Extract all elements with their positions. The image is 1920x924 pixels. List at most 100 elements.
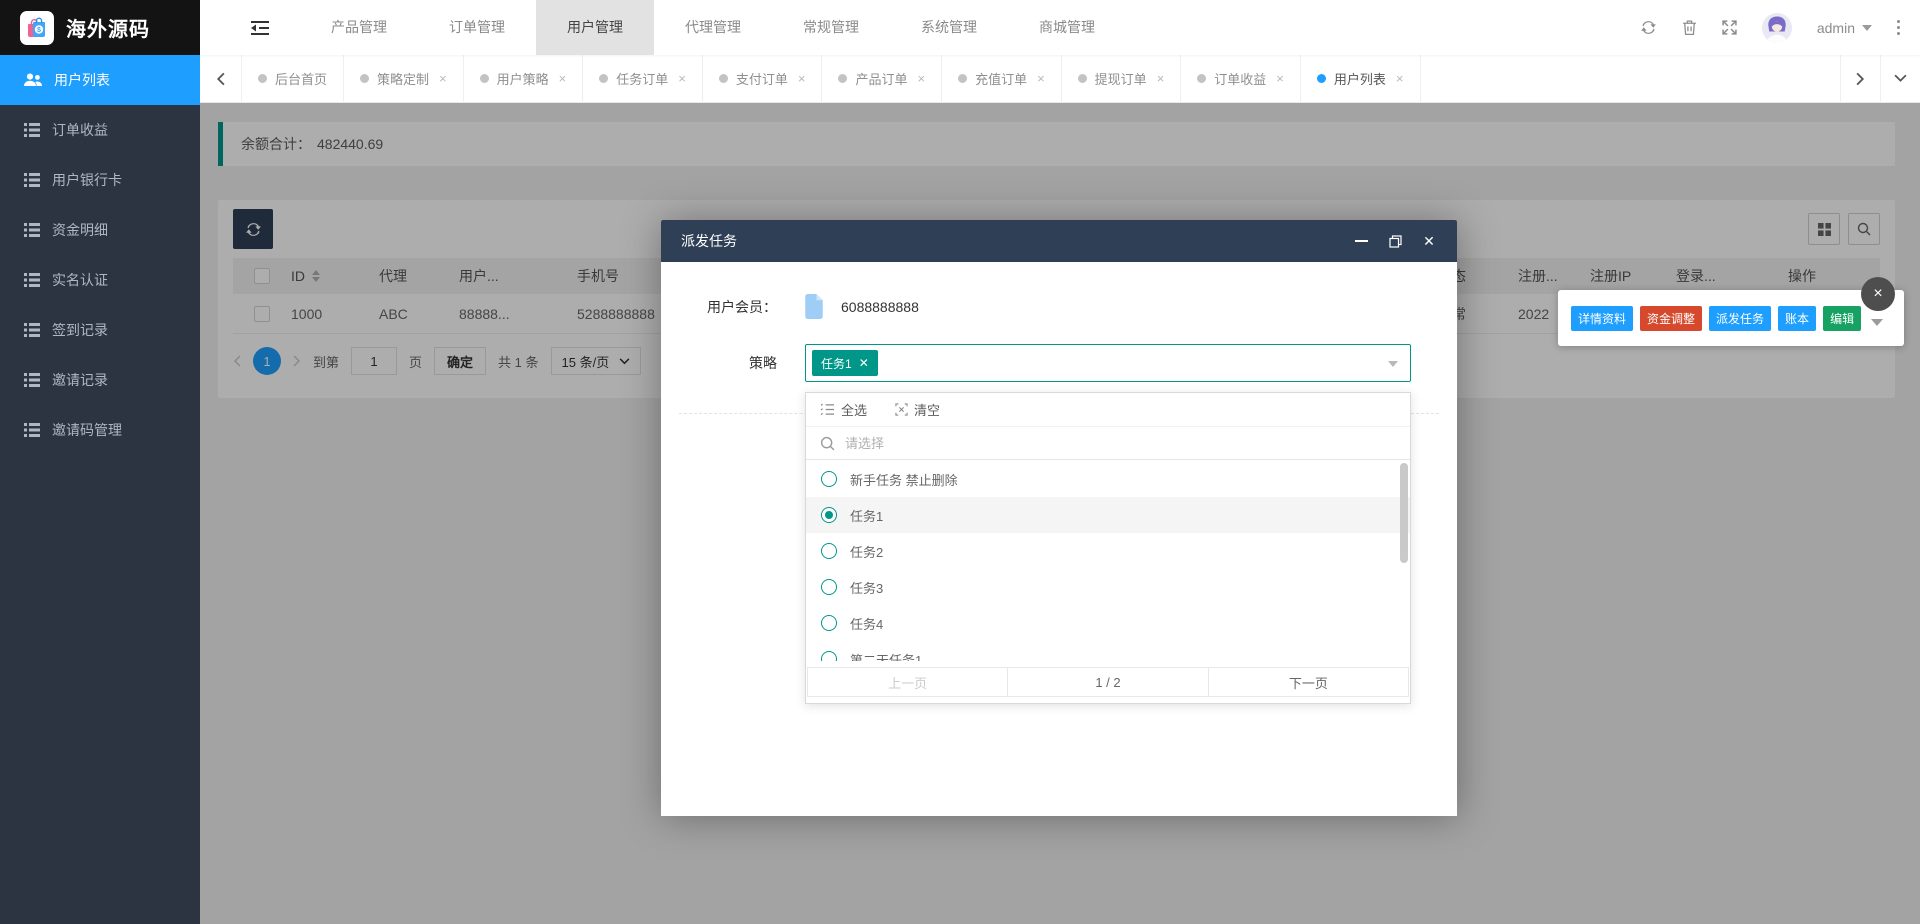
sidebar-item-label: 签到记录 [52, 322, 108, 338]
tab-close-icon[interactable]: × [1157, 71, 1165, 86]
sidebar-item-label: 实名认证 [52, 272, 108, 288]
tabs-scroll-right[interactable] [1840, 55, 1880, 102]
sidebar-item-real-name-auth[interactable]: 实名认证 [0, 255, 200, 305]
radio-icon[interactable] [821, 543, 837, 559]
tab-user-list[interactable]: 用户列表 × [1301, 55, 1421, 102]
option-newbie-task[interactable]: 新手任务 禁止删除 [806, 461, 1410, 497]
brand-title: 海外源码 [66, 19, 150, 41]
dropdown-search-input[interactable] [845, 435, 1325, 451]
radio-icon[interactable] [821, 651, 837, 661]
action-panel-close-button[interactable]: × [1861, 277, 1895, 311]
tab-close-icon[interactable]: × [1276, 71, 1284, 86]
minimize-icon[interactable] [1353, 233, 1369, 249]
svg-text:$: $ [37, 27, 41, 34]
user-menu[interactable]: admin [1817, 20, 1872, 36]
action-panel-caret-icon[interactable] [1871, 319, 1883, 326]
detail-info-button[interactable]: 详情资料 [1571, 305, 1634, 331]
tab-withdraw-orders[interactable]: 提现订单 × [1062, 55, 1182, 102]
chevron-down-icon [1862, 24, 1872, 31]
strategy-multiselect[interactable]: 任务1 ✕ [805, 344, 1411, 382]
sidebar-item-label: 用户银行卡 [52, 172, 122, 188]
trash-icon[interactable] [1682, 19, 1697, 36]
ledger-button[interactable]: 账本 [1778, 305, 1817, 331]
dispatch-task-button[interactable]: 派发任务 [1709, 305, 1772, 331]
tab-recharge-orders[interactable]: 充值订单 × [942, 55, 1062, 102]
tabs-menu-chevron[interactable] [1880, 55, 1920, 102]
tab-close-icon[interactable]: × [678, 71, 686, 86]
option-task2[interactable]: 任务2 [806, 533, 1410, 569]
option-day2-task1[interactable]: 第二天任务1 [806, 641, 1410, 661]
tag-remove-icon[interactable]: ✕ [859, 356, 869, 370]
menu-item-agents[interactable]: 代理管理 [654, 0, 772, 55]
fullscreen-icon[interactable] [1722, 20, 1737, 35]
modal-title: 派发任务 [681, 233, 737, 249]
tab-close-icon[interactable]: × [559, 71, 567, 86]
sidebar-item-user-list[interactable]: 用户列表 [0, 55, 200, 105]
option-label: 第二天任务1 [850, 652, 923, 662]
pager-next-button[interactable]: 下一页 [1207, 667, 1409, 697]
pager-prev-button[interactable]: 上一页 [807, 667, 1009, 697]
radio-icon[interactable] [821, 579, 837, 595]
dropdown-toolbar: 全选 清空 [806, 393, 1410, 427]
radio-icon-selected[interactable] [821, 507, 837, 523]
row-action-panel: 详情资料 资金调整 派发任务 账本 编辑 [1558, 290, 1904, 346]
more-options-icon[interactable] [1897, 20, 1900, 35]
radio-icon[interactable] [821, 615, 837, 631]
tab-dot [599, 74, 609, 83]
sidebar-item-checkin-records[interactable]: 签到记录 [0, 305, 200, 355]
refresh-icon[interactable] [1640, 19, 1657, 36]
sidebar-item-bank-cards[interactable]: 用户银行卡 [0, 155, 200, 205]
strategy-label: 策略 [749, 355, 777, 371]
maximize-icon[interactable] [1387, 233, 1403, 249]
sidebar-collapse-icon[interactable] [240, 0, 280, 55]
clear-action[interactable]: 清空 [895, 400, 940, 419]
menu-item-products[interactable]: 产品管理 [300, 0, 418, 55]
brand-logo-icon: $ [20, 10, 54, 45]
tab-label: 订单收益 [1214, 72, 1267, 87]
option-label: 新手任务 禁止删除 [850, 472, 958, 488]
sidebar: 用户列表 订单收益 用户银行卡 资金明细 实名认证 签到记录 邀请记录 邀请码管… [0, 55, 200, 924]
tab-order-earnings[interactable]: 订单收益 × [1181, 55, 1301, 102]
menu-item-orders[interactable]: 订单管理 [418, 0, 536, 55]
select-all-action[interactable]: 全选 [820, 400, 867, 419]
menu-item-mall[interactable]: 商城管理 [1008, 0, 1126, 55]
radio-icon[interactable] [821, 471, 837, 487]
option-task3[interactable]: 任务3 [806, 569, 1410, 605]
tab-label: 充值订单 [975, 72, 1028, 87]
avatar[interactable] [1761, 12, 1792, 43]
username: admin [1816, 19, 1855, 36]
tab-strategy-custom[interactable]: 策略定制 × [344, 55, 464, 102]
logo: $ 海外源码 [0, 0, 200, 55]
tabs-scroll-left[interactable] [200, 55, 242, 102]
edit-button[interactable]: 编辑 [1823, 305, 1862, 331]
tab-close-icon[interactable]: × [917, 71, 925, 86]
tab-close-icon[interactable]: × [798, 71, 806, 86]
sidebar-item-invite-records[interactable]: 邀请记录 [0, 355, 200, 405]
menu-item-system[interactable]: 系统管理 [890, 0, 1008, 55]
tab-dot [718, 74, 728, 83]
option-label: 任务3 [850, 580, 884, 596]
option-task1[interactable]: 任务1 [806, 497, 1410, 533]
list-icon [24, 123, 40, 137]
fund-adjust-button[interactable]: 资金调整 [1640, 305, 1703, 331]
tab-task-orders[interactable]: 任务订单 × [583, 55, 703, 102]
pager-indicator: 1 / 2 [1007, 667, 1209, 697]
selected-tag: 任务1 ✕ [812, 350, 878, 376]
tab-close-icon[interactable]: × [439, 71, 447, 86]
sidebar-item-invite-codes[interactable]: 邀请码管理 [0, 405, 200, 455]
tab-close-icon[interactable]: × [1396, 71, 1404, 86]
option-label: 任务4 [850, 616, 884, 632]
tab-close-icon[interactable]: × [1037, 71, 1045, 86]
option-task4[interactable]: 任务4 [806, 605, 1410, 641]
tab-home[interactable]: 后台首页 [242, 55, 345, 102]
tab-pay-orders[interactable]: 支付订单 × [703, 55, 823, 102]
tab-user-strategy[interactable]: 用户策略 × [464, 55, 584, 102]
menu-item-general[interactable]: 常规管理 [772, 0, 890, 55]
sidebar-item-fund-details[interactable]: 资金明细 [0, 205, 200, 255]
close-icon[interactable]: ✕ [1421, 233, 1437, 249]
menu-item-users[interactable]: 用户管理 [536, 0, 654, 55]
sidebar-item-order-earnings[interactable]: 订单收益 [0, 105, 200, 155]
tab-product-orders[interactable]: 产品订单 × [822, 55, 943, 102]
dropdown-scrollbar[interactable] [1400, 463, 1408, 563]
tab-label: 用户列表 [1333, 72, 1386, 87]
